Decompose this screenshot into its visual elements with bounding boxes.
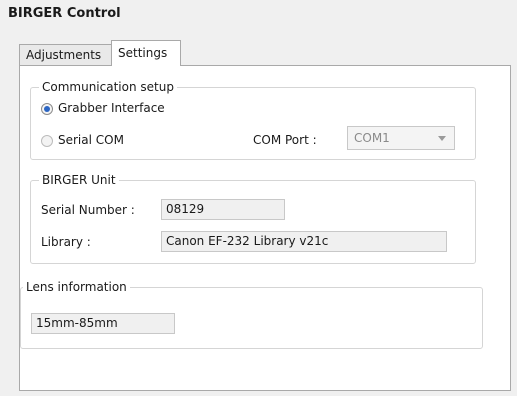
tab-settings[interactable]: Settings: [111, 40, 181, 66]
window-title: BIRGER Control: [8, 6, 121, 21]
lens-information-group: Lens information 15mm-85mm: [20, 280, 483, 349]
tab-adjustments[interactable]: Adjustments: [19, 44, 112, 65]
tab-settings-label: Settings: [118, 46, 168, 60]
serial-number-label: Serial Number :: [41, 203, 135, 217]
library-value: Canon EF-232 Library v21c: [166, 234, 329, 248]
lens-information-legend: Lens information: [23, 280, 130, 294]
com-port-select[interactable]: COM1: [347, 126, 455, 150]
grabber-interface-label[interactable]: Grabber Interface: [58, 101, 165, 115]
chevron-down-icon: [438, 136, 446, 141]
lens-information-field: 15mm-85mm: [31, 313, 175, 334]
serial-com-radio[interactable]: [41, 135, 53, 147]
communication-setup-legend: Communication setup: [39, 80, 177, 94]
library-label: Library :: [41, 235, 91, 249]
library-field: Canon EF-232 Library v21c: [161, 231, 447, 252]
serial-com-label[interactable]: Serial COM: [58, 133, 124, 147]
settings-panel: Communication setup Grabber Interface Se…: [19, 65, 511, 391]
com-port-value: COM1: [354, 131, 390, 145]
serial-number-value: 08129: [166, 202, 205, 216]
birger-unit-legend: BIRGER Unit: [39, 173, 119, 187]
lens-information-value: 15mm-85mm: [36, 316, 118, 330]
birger-unit-group: BIRGER Unit Serial Number : 08129 Librar…: [30, 173, 476, 264]
com-port-label: COM Port :: [253, 133, 317, 147]
communication-setup-group: Communication setup Grabber Interface Se…: [30, 80, 476, 160]
serial-number-field: 08129: [161, 199, 285, 220]
tab-adjustments-label: Adjustments: [26, 48, 102, 62]
grabber-interface-radio[interactable]: [41, 103, 53, 115]
